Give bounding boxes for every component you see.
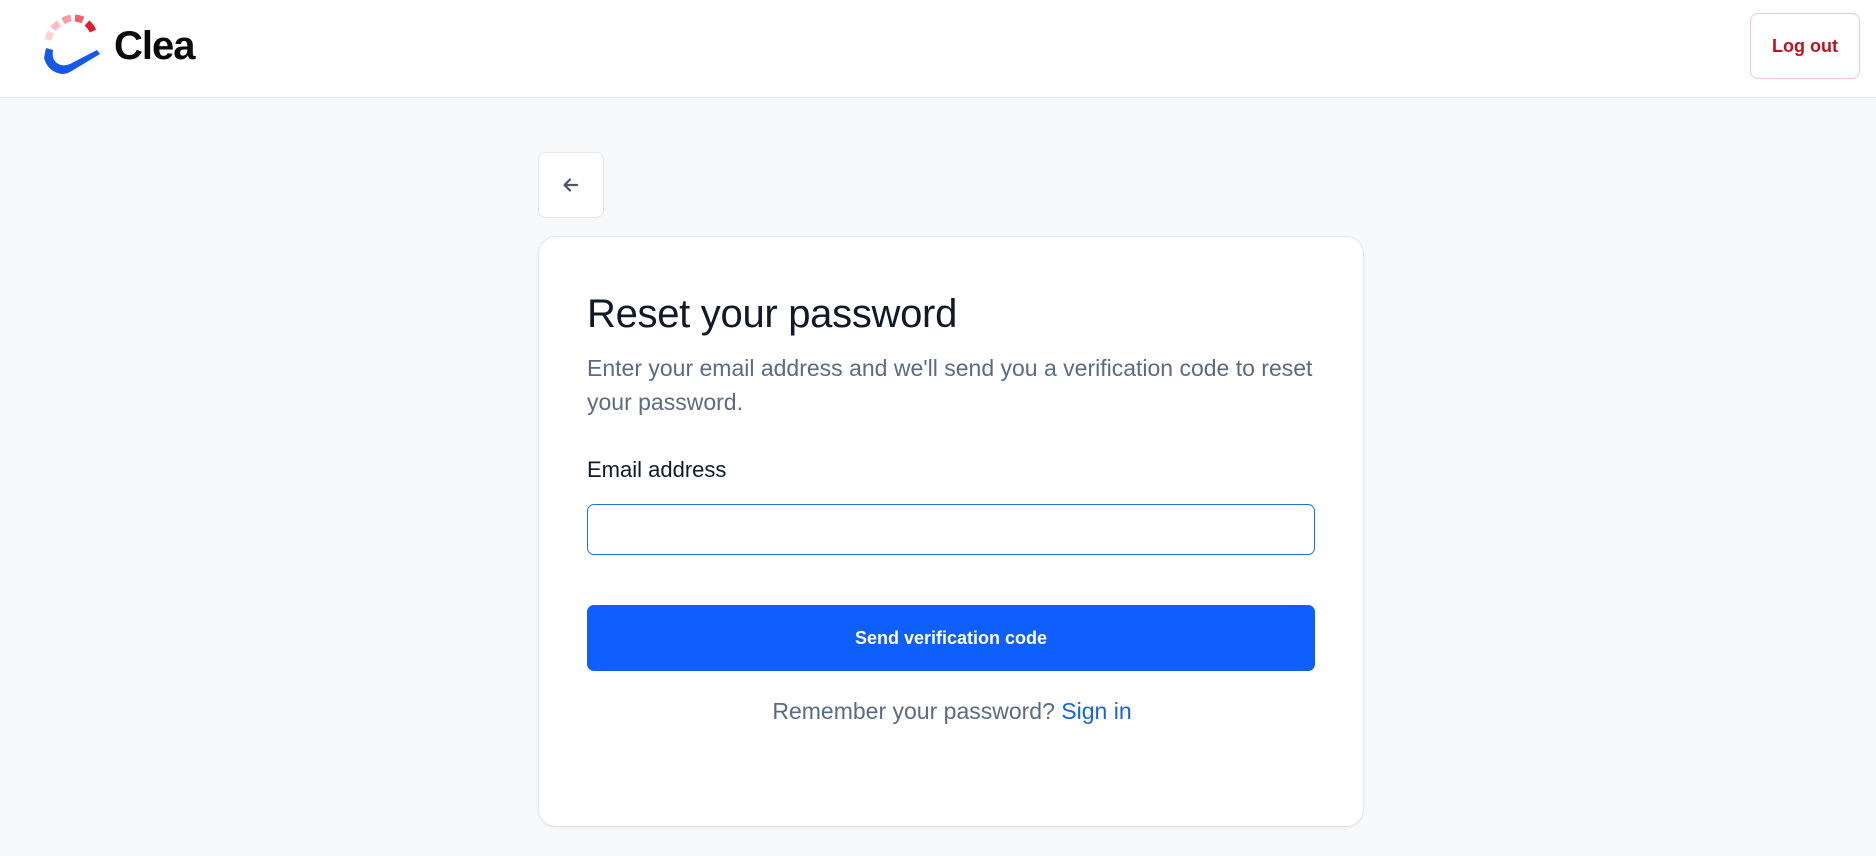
reset-password-card: Reset your password Enter your email add…	[538, 236, 1364, 827]
clea-logo-icon	[44, 14, 100, 74]
arrow-left-icon	[563, 178, 579, 192]
remember-password-row: Remember your password? Sign in	[539, 698, 1365, 725]
back-button[interactable]	[538, 152, 604, 218]
brand-name: Clea	[114, 24, 195, 68]
logout-button[interactable]: Log out	[1750, 13, 1860, 79]
send-verification-code-button[interactable]: Send verification code	[587, 605, 1315, 671]
brand-logo[interactable]: Clea	[40, 14, 195, 78]
top-bar: Clea Log out	[0, 0, 1876, 98]
email-field[interactable]	[587, 504, 1315, 555]
sign-in-link[interactable]: Sign in	[1061, 698, 1131, 724]
page-title: Reset your password	[587, 292, 958, 336]
page-subtitle: Enter your email address and we'll send …	[587, 355, 1313, 415]
remember-password-text: Remember your password?	[772, 698, 1055, 724]
email-label: Email address	[587, 457, 727, 482]
